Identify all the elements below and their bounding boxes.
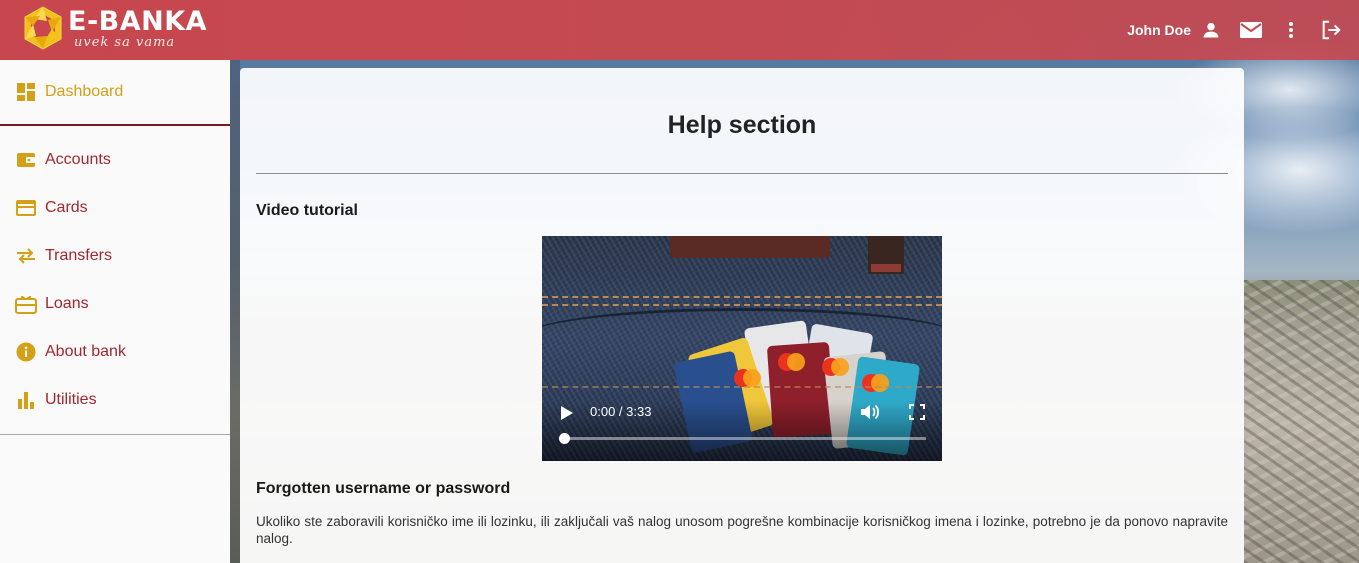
forgotten-credentials-text: Ukoliko ste zaboravili korisničko ime il… xyxy=(256,514,1228,546)
thumbnail-stitch xyxy=(542,304,942,306)
play-icon[interactable] xyxy=(557,403,577,423)
gift-card-icon xyxy=(15,293,37,315)
sidebar-item-label: About bank xyxy=(45,343,126,360)
forgotten-credentials-heading: Forgotten username or password xyxy=(256,480,511,497)
logo-hexagon-icon xyxy=(24,6,62,50)
sidebar-item-label: Dashboard xyxy=(45,83,124,100)
sidebar-item-loans[interactable]: Loans xyxy=(0,280,230,328)
help-card: Help section Video tutorial 0:00 / 3:33 xyxy=(240,68,1244,563)
info-icon xyxy=(15,341,37,363)
thumbnail-stitch xyxy=(542,386,942,388)
brand-name: E-BANKA xyxy=(68,5,208,37)
divider xyxy=(0,434,230,435)
video-tutorial-heading: Video tutorial xyxy=(256,202,358,219)
fullscreen-icon[interactable] xyxy=(907,402,927,422)
mastercard-logo xyxy=(778,353,805,371)
background-rocks xyxy=(1243,280,1359,563)
sidebar-item-dashboard[interactable]: Dashboard xyxy=(0,60,230,124)
sidebar-item-cards[interactable]: Cards xyxy=(0,184,230,232)
person-icon[interactable] xyxy=(1199,18,1223,42)
mastercard-logo xyxy=(822,358,849,376)
background-mountain xyxy=(230,60,240,563)
mail-icon[interactable] xyxy=(1239,18,1263,42)
mastercard-logo xyxy=(734,369,761,387)
video-progress-handle[interactable] xyxy=(559,433,570,444)
video-player[interactable]: 0:00 / 3:33 xyxy=(542,236,942,461)
wallet-icon xyxy=(15,149,37,171)
thumbnail-tag xyxy=(868,236,904,274)
logout-icon[interactable] xyxy=(1319,18,1343,42)
more-vert-icon[interactable] xyxy=(1279,18,1303,42)
sidebar-item-utilities[interactable]: Utilities xyxy=(0,376,230,424)
sidebar-item-accounts[interactable]: Accounts xyxy=(0,136,230,184)
sidebar-item-label: Cards xyxy=(45,199,88,216)
thumbnail-wallet xyxy=(670,236,830,258)
video-time: 0:00 / 3:33 xyxy=(590,404,652,419)
sidebar-item-label: Transfers xyxy=(45,247,112,264)
swap-arrows-icon xyxy=(15,245,37,267)
top-bar: E-BANKA uvek sa vama John Doe xyxy=(0,0,1359,60)
page-title: Help section xyxy=(667,111,817,139)
sidebar-item-about-bank[interactable]: About bank xyxy=(0,328,230,376)
user-name[interactable]: John Doe xyxy=(1127,22,1191,38)
bar-chart-icon xyxy=(15,389,37,411)
brand-tagline: uvek sa vama xyxy=(74,34,176,50)
sidebar-item-label: Accounts xyxy=(45,151,111,168)
sidebar-item-label: Loans xyxy=(45,295,89,312)
sidebar-item-transfers[interactable]: Transfers xyxy=(0,232,230,280)
dashboard-icon xyxy=(15,81,37,103)
video-progress-bar[interactable] xyxy=(559,433,926,444)
logo[interactable]: E-BANKA uvek sa vama xyxy=(22,5,207,51)
sidebar: Dashboard Accounts Cards Transfers Loans… xyxy=(0,60,230,563)
credit-card-icon xyxy=(15,197,37,219)
sidebar-item-label: Utilities xyxy=(45,391,97,408)
thumbnail-stitch xyxy=(542,296,942,298)
volume-icon[interactable] xyxy=(860,402,880,422)
mastercard-logo xyxy=(862,374,889,392)
title-divider xyxy=(256,173,1228,174)
